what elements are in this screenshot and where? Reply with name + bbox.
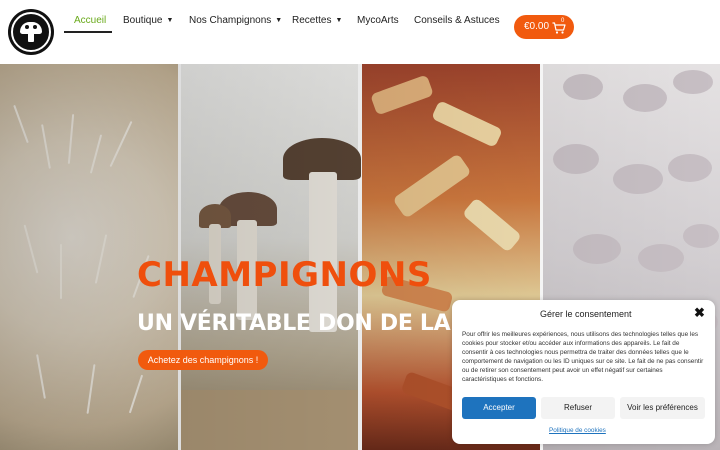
refuse-button[interactable]: Refuser: [541, 397, 615, 419]
logo-stem: [28, 33, 34, 42]
cart-count-badge: 0: [561, 18, 565, 24]
nav-item-boutique[interactable]: Boutique ▼: [123, 15, 173, 26]
nav-item-mycoarts[interactable]: MycoArts: [357, 15, 399, 26]
consent-message: Pour offrir les meilleures expériences, …: [462, 331, 704, 383]
nav-item-label: MycoArts: [357, 15, 399, 26]
accept-button[interactable]: Accepter: [462, 397, 536, 419]
nav-item-label: Recettes: [292, 15, 332, 26]
nav-item-accueil[interactable]: Accueil: [74, 15, 106, 26]
nav-item-conseils[interactable]: Conseils & Astuces: [414, 15, 500, 26]
site-header: Accueil Boutique ▼ Nos Champignons ▼ Recet…: [0, 0, 720, 62]
hero-title: CHAMPIGNONS: [137, 255, 432, 295]
cookie-consent-dialog: Gérer le consentement ✖ Pour offrir les …: [452, 300, 715, 444]
nav-item-nos-champignons[interactable]: Nos Champignons ▼: [189, 15, 282, 26]
chevron-down-icon: ▼: [275, 17, 283, 24]
cart-total: €0.00: [524, 21, 550, 32]
active-nav-underline: [64, 31, 112, 33]
preferences-button[interactable]: Voir les préférences: [620, 397, 705, 419]
chevron-down-icon: ▼: [335, 17, 343, 24]
chevron-down-icon: ▼: [166, 17, 174, 24]
nav-item-label: Nos Champignons: [189, 15, 272, 26]
cart-button[interactable]: €0.00 0: [514, 15, 574, 39]
cookie-policy-link[interactable]: Politique de cookies: [549, 427, 606, 434]
hero-subtitle: UN VÉRITABLE DON DE LA N: [137, 311, 476, 336]
nav-item-label: Boutique: [123, 15, 163, 26]
nav-item-label: Conseils & Astuces: [414, 15, 500, 26]
nav-item-recettes[interactable]: Recettes ▼: [292, 15, 342, 26]
consent-title: Gérer le consentement: [540, 309, 632, 319]
nav-item-label: Accueil: [74, 15, 107, 26]
close-icon[interactable]: ✖: [694, 306, 705, 319]
shop-mushrooms-button[interactable]: Achetez des champignons !: [138, 350, 268, 370]
